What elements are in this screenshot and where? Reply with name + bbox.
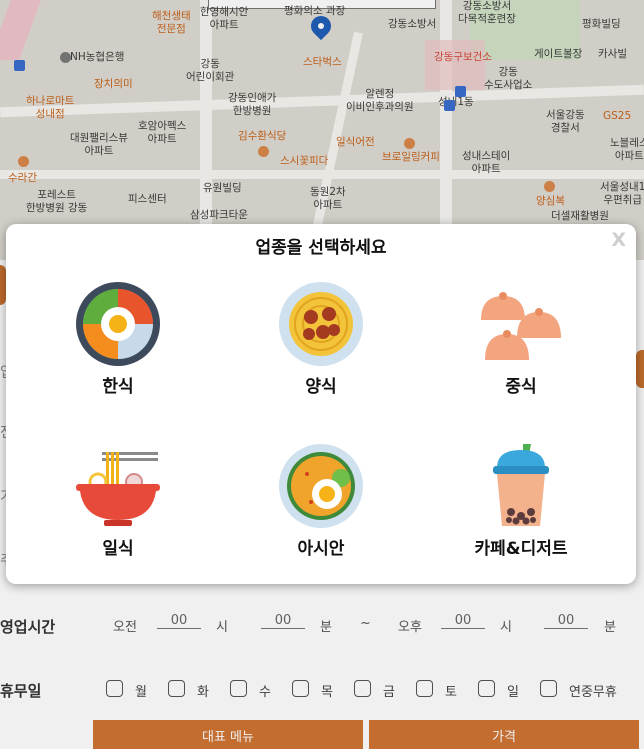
modal-title: 업종을 선택하세요: [255, 238, 387, 258]
category-japanese[interactable]: 일식: [43, 444, 193, 594]
category-asian[interactable]: 아시안: [246, 444, 396, 594]
category-cafe-dessert[interactable]: 카페&디저트: [446, 444, 596, 594]
category-modal: 업종을 선택하세요 X 한식 양식 중식 일식 아시안 카페&디저트: [6, 224, 636, 584]
ramen-icon: [76, 452, 160, 526]
category-label: 일식: [102, 539, 134, 559]
category-western[interactable]: 양식: [246, 282, 396, 432]
category-chinese[interactable]: 중식: [446, 282, 596, 432]
category-korean[interactable]: 한식: [43, 282, 193, 432]
curry-icon: [279, 444, 363, 528]
category-label: 카페&디저트: [474, 539, 568, 559]
category-label: 한식: [102, 377, 134, 397]
pasta-icon: [279, 282, 363, 366]
category-label: 중식: [505, 377, 537, 397]
close-button[interactable]: X: [611, 229, 626, 251]
bubble-tea-icon: [493, 444, 549, 526]
category-label: 양식: [305, 377, 337, 397]
category-label: 아시안: [297, 539, 345, 559]
dumpling-icon: [481, 292, 561, 360]
bibimbap-icon: [76, 282, 160, 366]
